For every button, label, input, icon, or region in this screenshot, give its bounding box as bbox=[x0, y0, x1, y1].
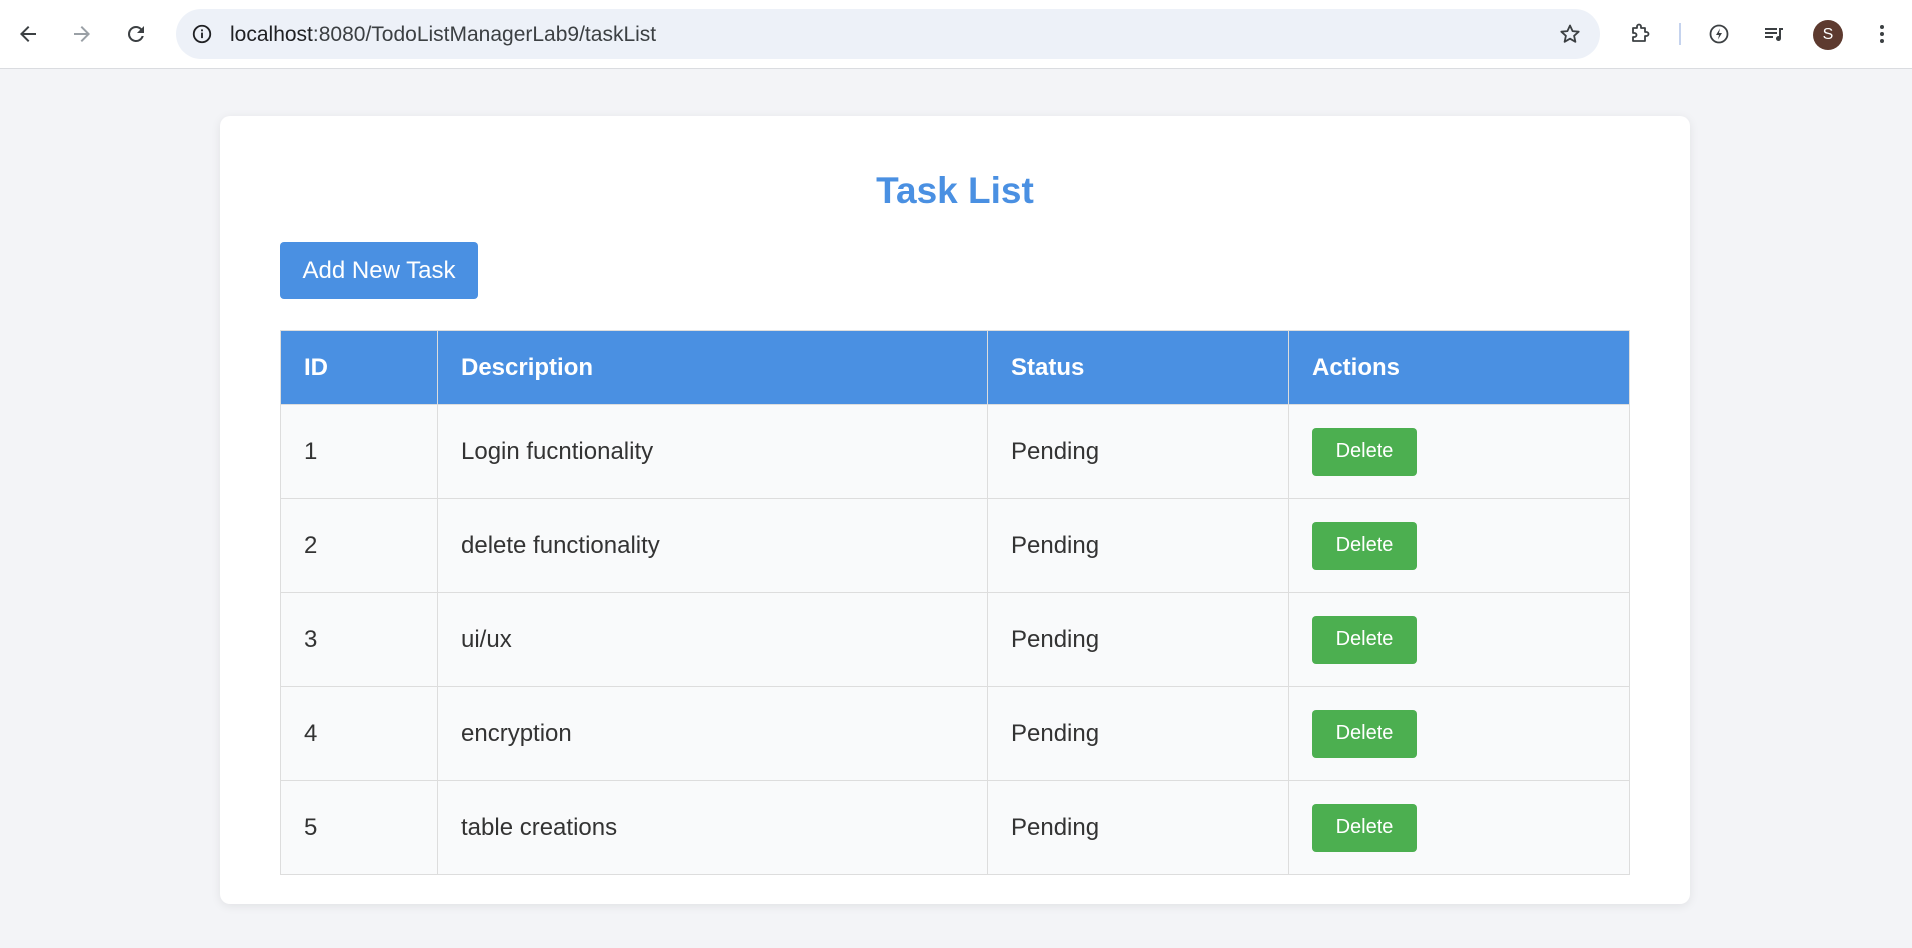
task-description: encryption bbox=[437, 686, 988, 781]
lightning-icon bbox=[1709, 24, 1729, 44]
task-status: Pending bbox=[987, 780, 1289, 875]
page-title: Task List bbox=[876, 170, 1034, 211]
delete-button[interactable]: Delete bbox=[1312, 709, 1417, 758]
task-id: 5 bbox=[280, 780, 438, 875]
table-row: 3 ui/ux Pending Delete bbox=[280, 592, 1630, 687]
task-description: delete functionality bbox=[437, 498, 988, 593]
url-path: :8080/TodoListManagerLab9/taskList bbox=[312, 23, 657, 46]
table-header-row: ID Description Status Actions bbox=[280, 330, 1630, 405]
task-status: Pending bbox=[987, 498, 1289, 593]
task-id: 3 bbox=[280, 592, 438, 687]
delete-button[interactable]: Delete bbox=[1312, 427, 1417, 476]
delete-button[interactable]: Delete bbox=[1312, 521, 1417, 570]
back-button[interactable] bbox=[8, 14, 48, 54]
arrow-left-icon bbox=[20, 26, 36, 42]
task-status: Pending bbox=[987, 404, 1289, 499]
delete-button[interactable]: Delete bbox=[1312, 615, 1417, 664]
column-header-id: ID bbox=[280, 330, 438, 405]
task-description: table creations bbox=[437, 780, 988, 875]
task-list-card: Task List Add New Task ID Description St… bbox=[220, 116, 1690, 904]
toolbar-divider bbox=[1679, 23, 1681, 45]
task-id: 2 bbox=[280, 498, 438, 593]
tasks-table: ID Description Status Actions 1 Login fu… bbox=[280, 330, 1630, 875]
puzzle-icon bbox=[1632, 23, 1650, 42]
media-queue-button[interactable] bbox=[1754, 14, 1794, 54]
reload-icon bbox=[128, 25, 144, 42]
browser-menu-button[interactable] bbox=[1862, 14, 1902, 54]
task-id: 1 bbox=[280, 404, 438, 499]
task-actions: Delete bbox=[1288, 404, 1630, 499]
extensions-button[interactable] bbox=[1620, 14, 1660, 54]
task-actions: Delete bbox=[1288, 498, 1630, 593]
task-status: Pending bbox=[987, 592, 1289, 687]
table-row: 4 encryption Pending Delete bbox=[280, 686, 1630, 781]
column-header-status: Status bbox=[987, 330, 1289, 405]
bookmark-button[interactable] bbox=[1554, 18, 1586, 50]
add-new-task-button[interactable]: Add New Task bbox=[280, 242, 478, 299]
table-row: 1 Login fucntionality Pending Delete bbox=[280, 404, 1630, 499]
delete-button[interactable]: Delete bbox=[1312, 803, 1417, 852]
browser-toolbar: localhost:8080/TodoListManagerLab9/taskL… bbox=[0, 0, 1912, 69]
reload-button[interactable] bbox=[116, 14, 156, 54]
task-id: 4 bbox=[280, 686, 438, 781]
task-description: Login fucntionality bbox=[437, 404, 988, 499]
forward-button[interactable] bbox=[62, 14, 102, 54]
url-text[interactable]: localhost:8080/TodoListManagerLab9/taskL… bbox=[230, 23, 656, 47]
profile-avatar[interactable]: S bbox=[1813, 20, 1843, 50]
task-actions: Delete bbox=[1288, 592, 1630, 687]
task-description: ui/ux bbox=[437, 592, 988, 687]
column-header-description: Description bbox=[437, 330, 988, 405]
table-row: 2 delete functionality Pending Delete bbox=[280, 498, 1630, 593]
column-header-actions: Actions bbox=[1288, 330, 1630, 405]
star-icon bbox=[1560, 24, 1580, 43]
table-row: 5 table creations Pending Delete bbox=[280, 780, 1630, 875]
performance-button[interactable] bbox=[1699, 14, 1739, 54]
task-actions: Delete bbox=[1288, 780, 1630, 875]
site-info-button[interactable] bbox=[186, 18, 218, 50]
url-host: localhost bbox=[230, 23, 313, 46]
media-queue-icon bbox=[1765, 28, 1783, 41]
task-actions: Delete bbox=[1288, 686, 1630, 781]
info-icon bbox=[192, 24, 212, 44]
arrow-right-icon bbox=[74, 26, 90, 42]
address-bar[interactable]: localhost:8080/TodoListManagerLab9/taskL… bbox=[176, 9, 1600, 59]
task-status: Pending bbox=[987, 686, 1289, 781]
kebab-menu-icon bbox=[1880, 25, 1884, 43]
